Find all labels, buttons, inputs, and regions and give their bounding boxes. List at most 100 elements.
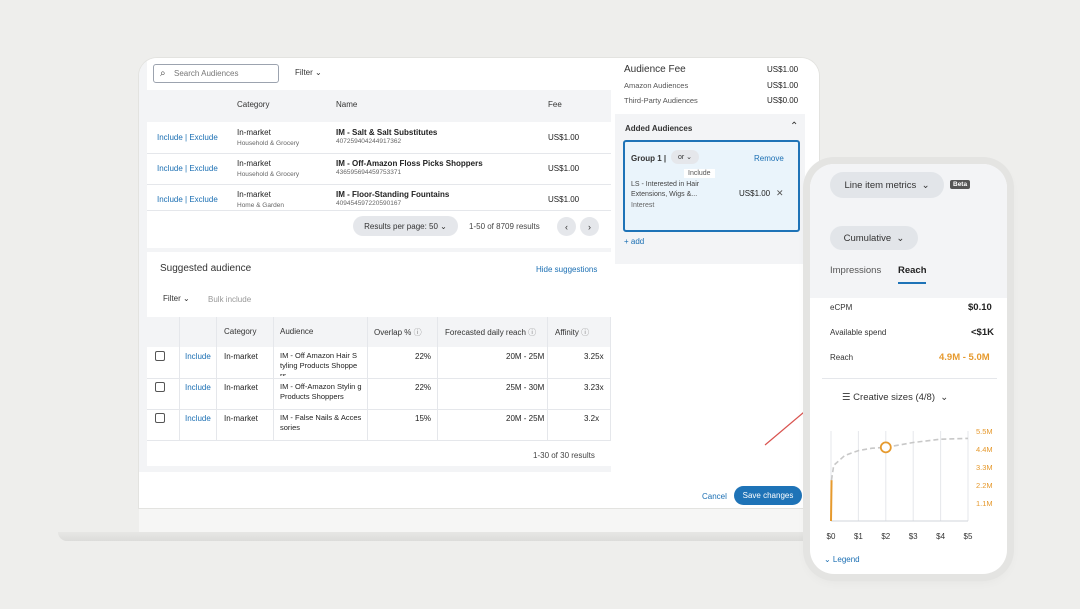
row-fee: US$1.00 (548, 164, 580, 173)
group-operator: or (677, 153, 685, 161)
table-row: Include In-market IM - Off-Amazon Stylin… (147, 378, 611, 409)
save-changes-label: Save changes (742, 491, 794, 500)
row-checkbox[interactable] (155, 382, 165, 392)
col-overlap: Overlap % ⓘ (374, 327, 422, 338)
x-tick-label: $3 (909, 532, 918, 541)
suggested-results-count: 1-30 of 30 results (533, 451, 595, 460)
row-name: IM - Floor-Standing Fountains (336, 190, 450, 199)
filter-dropdown[interactable]: Filter ⌄ (295, 68, 322, 77)
creative-sizes-label: Creative sizes (4/8) (853, 392, 936, 403)
search-icon: ⌕ (160, 68, 166, 79)
row-id: 407259404244917362 (336, 138, 402, 145)
row-id: 436595694459753371 (336, 169, 402, 176)
beta-badge: Beta (950, 180, 971, 189)
add-link[interactable]: + add (624, 237, 644, 246)
suggested-filter-dropdown[interactable]: Filter ⌄ (163, 294, 190, 303)
row-overlap: 22% (415, 352, 432, 361)
row-checkbox[interactable] (155, 413, 165, 423)
table-row: Include | Exclude In-market Home & Garde… (147, 184, 611, 210)
chevron-up-icon[interactable]: ⌃ (790, 121, 798, 132)
amazon-audiences-value: US$1.00 (767, 81, 799, 90)
row-subcategory: Household & Grocery (237, 171, 300, 178)
row-checkbox[interactable] (155, 351, 165, 361)
third-party-value: US$0.00 (767, 96, 799, 105)
include-exclude-link[interactable]: Include | Exclude (157, 133, 218, 142)
chevron-left-icon: ‹ (565, 221, 568, 232)
laptop-bottom-bezel (139, 506, 819, 532)
include-link[interactable]: Include (185, 352, 211, 361)
include-exclude-link[interactable]: Include | Exclude (157, 164, 218, 173)
filter-icon: ☰ (842, 392, 851, 403)
col-overlap-label: Overlap % (374, 328, 412, 337)
x-tick-label: $5 (964, 532, 973, 541)
col-affinity-label: Affinity (555, 328, 579, 337)
audience-item-type: Interest (631, 202, 655, 209)
row-audience: IM - Off Amazon Hair S tyling Products S… (280, 351, 358, 376)
x-tick-label: $1 (854, 532, 863, 541)
include-link[interactable]: Include (185, 414, 211, 423)
reach-line-solid (830, 480, 833, 522)
close-icon[interactable]: ✕ (776, 188, 784, 199)
audience-fee-label: Audience Fee (624, 64, 686, 75)
cancel-button[interactable]: Cancel (702, 492, 727, 501)
current-budget-marker (879, 441, 892, 454)
reach-line-projected (830, 437, 969, 481)
suggested-filter-label: Filter (163, 294, 181, 303)
phone-device: Line item metrics ⌄ Beta Cumulative ⌄ Im… (810, 164, 1007, 574)
tab-reach[interactable]: Reach (898, 265, 927, 276)
table-header: Category Name Fee (147, 90, 611, 122)
row-category: In-market (224, 383, 258, 392)
group-label: Group 1 | (631, 154, 667, 163)
search-input[interactable]: ⌕ Search Audiences (153, 64, 279, 83)
audience-table-card: ⌕ Search Audiences Filter ⌄ Category Nam… (147, 58, 611, 248)
bulk-include-button[interactable]: Bulk include (208, 295, 251, 304)
col-reach-label: Forecasted daily reach (445, 328, 526, 337)
row-affinity: 3.23x (584, 383, 604, 392)
tab-impressions[interactable]: Impressions (830, 265, 881, 276)
table-row: Include | Exclude In-market Household & … (147, 153, 611, 184)
filter-label: Filter (295, 68, 313, 77)
legend-toggle[interactable]: ⌄ Legend (824, 555, 860, 564)
save-changes-button[interactable]: Save changes (734, 486, 802, 505)
line-item-metrics-dropdown[interactable]: Line item metrics ⌄ (830, 172, 944, 198)
group-operator-dropdown[interactable]: or ⌄ (671, 150, 699, 164)
audience-panel: ⌕ Search Audiences Filter ⌄ Category Nam… (139, 58, 819, 508)
cumulative-dropdown[interactable]: Cumulative ⌄ (830, 226, 918, 250)
next-page-button[interactable]: › (580, 217, 599, 236)
line-item-metrics-label: Line item metrics (844, 179, 917, 191)
include-exclude-link[interactable]: Include | Exclude (157, 195, 218, 204)
y-tick-label: 1.1M (976, 499, 993, 508)
remove-link[interactable]: Remove (754, 154, 784, 163)
row-id: 409454597220590167 (336, 200, 402, 207)
chevron-down-icon: ⌄ (315, 68, 322, 77)
y-tick-label: 2.2M (976, 481, 993, 490)
y-tick-label: 4.4M (976, 445, 993, 454)
y-tick-label: 3.3M (976, 463, 993, 472)
row-subcategory: Home & Garden (237, 202, 284, 209)
col-reach: Forecasted daily reach ⓘ (445, 327, 536, 338)
row-affinity: 3.25x (584, 352, 604, 361)
row-fee: US$1.00 (548, 133, 580, 142)
prev-page-button[interactable]: ‹ (557, 217, 576, 236)
audience-item-name: LS - Interested in Hair Extensions, Wigs… (631, 181, 700, 198)
include-tag: Include (684, 169, 715, 178)
include-link[interactable]: Include (185, 383, 211, 392)
suggested-table-card: Filter ⌄ Bulk include Category Audience … (147, 286, 611, 466)
col-audience: Audience (280, 327, 314, 336)
laptop-base (58, 532, 838, 541)
table-row: Include In-market IM - Off Amazon Hair S… (147, 347, 611, 378)
amazon-audiences-label: Amazon Audiences (624, 81, 689, 90)
creative-sizes-dropdown[interactable]: ☰ Creative sizes (4/8) ⌄ (842, 392, 948, 403)
reach-chart: $0 $1 $2 $3 $4 $5 5.5M 4.4M 3.3M 2.2M 1.1M ⌄ Legend (824, 427, 993, 564)
row-subcategory: Household & Grocery (237, 140, 300, 147)
results-per-page-label: Results per page: 50 (364, 221, 438, 231)
row-reach: 20M - 25M (506, 352, 545, 361)
chevron-down-icon: ⌄ (440, 221, 447, 231)
chevron-down-icon: ⌄ (686, 154, 693, 161)
results-count: 1-50 of 8709 results (469, 222, 540, 231)
info-icon: ⓘ (581, 328, 590, 337)
results-per-page-dropdown[interactable]: Results per page: 50 ⌄ (353, 216, 458, 236)
hide-suggestions-link[interactable]: Hide suggestions (536, 265, 597, 274)
group-card: Group 1 | or ⌄ Remove Include LS - Inter… (623, 140, 800, 232)
row-fee: US$1.00 (548, 195, 580, 204)
